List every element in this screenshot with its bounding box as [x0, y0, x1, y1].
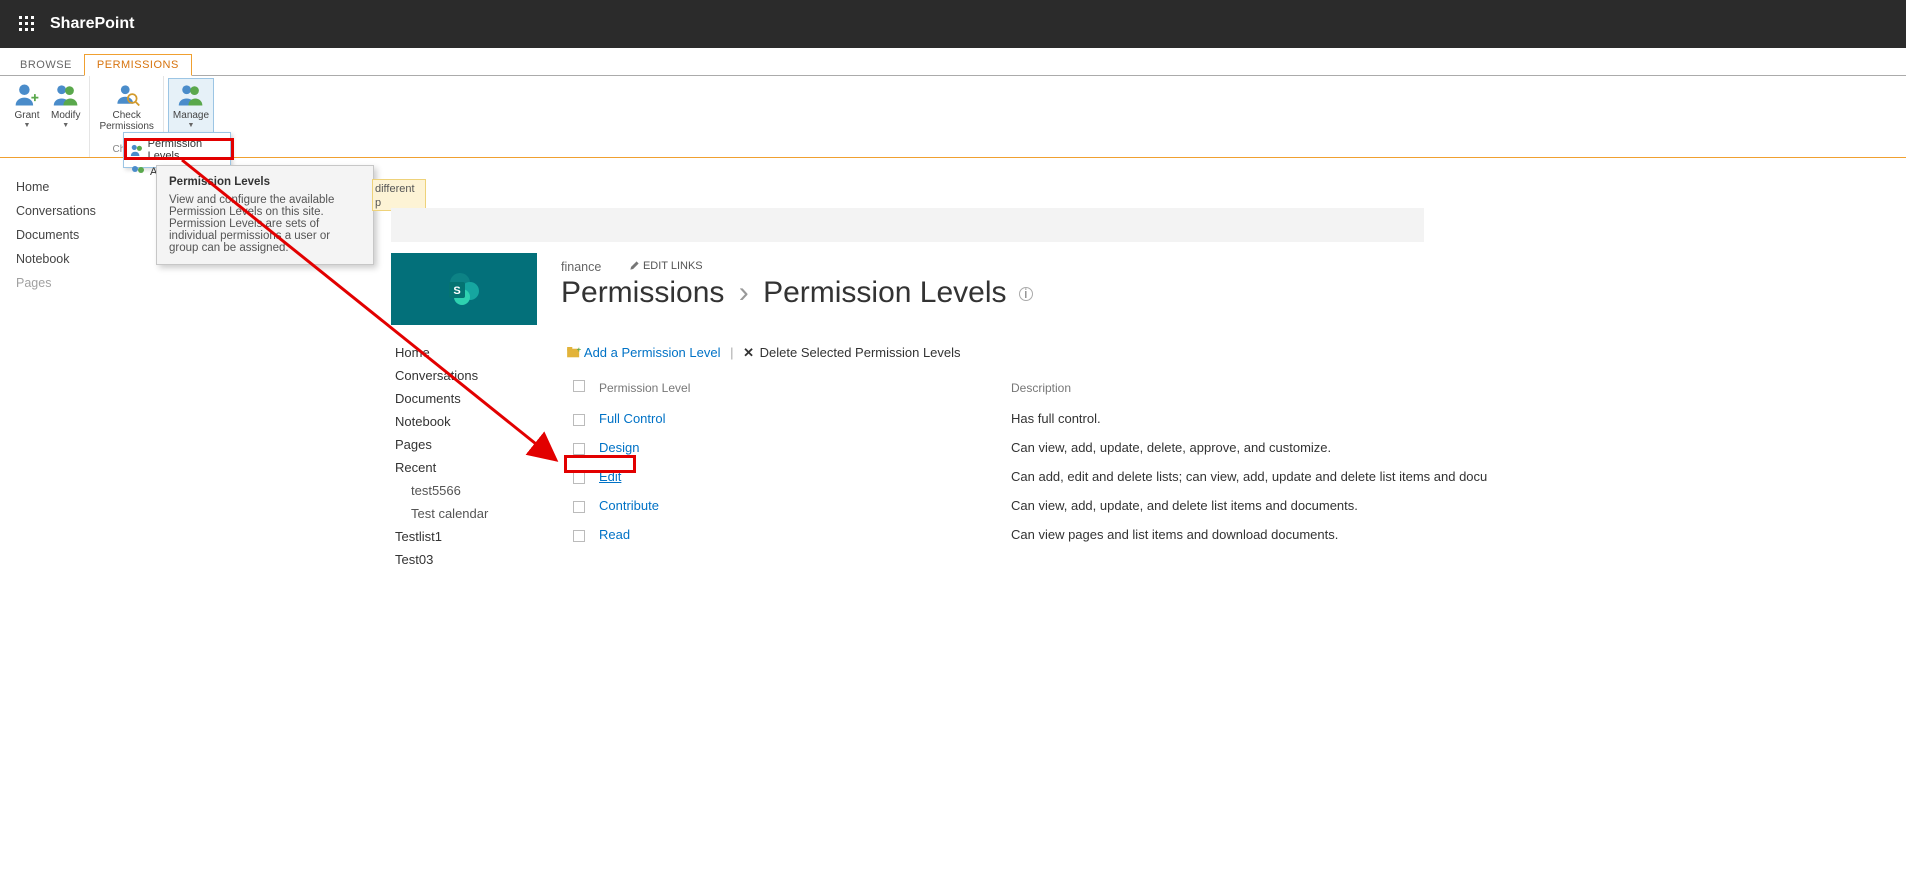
header-gray-band	[391, 208, 1424, 242]
table-header-row: Permission Level Description	[569, 373, 1894, 406]
grant-button[interactable]: Grant ▼	[8, 78, 46, 144]
breadcrumb-site[interactable]: finance	[561, 260, 601, 274]
manage-label: Manage	[173, 110, 209, 121]
ql2-item[interactable]: Test03	[391, 548, 551, 571]
tab-permissions[interactable]: PERMISSIONS	[84, 54, 192, 76]
modify-button[interactable]: Modify ▼	[46, 78, 85, 144]
check-permissions-label: Check Permissions	[99, 110, 153, 132]
quick-launch-1: Home Conversations Documents Notebook Pa…	[16, 175, 136, 295]
desc-column-header: Description	[1011, 373, 1894, 406]
ql1-item[interactable]: Home	[16, 175, 136, 199]
page-title: Permissions › Permission Levels i	[561, 276, 1033, 310]
permission-level-desc: Can view pages and list items and downlo…	[1011, 524, 1894, 551]
info-icon[interactable]: i	[1019, 287, 1033, 301]
ql2-item[interactable]: Recent	[391, 456, 551, 479]
edit-links-label: EDIT LINKS	[643, 260, 703, 272]
row-checkbox[interactable]	[573, 443, 585, 455]
row-checkbox[interactable]	[573, 530, 585, 542]
permission-level-desc: Can add, edit and delete lists; can view…	[1011, 466, 1894, 493]
modify-label: Modify	[51, 110, 80, 121]
row-checkbox[interactable]	[573, 414, 585, 426]
title-part-permissions[interactable]: Permissions	[561, 276, 724, 309]
title-part-permission-levels: Permission Levels	[763, 276, 1006, 309]
page-header: finance EDIT LINKS Permissions › Permiss…	[561, 259, 1033, 310]
permission-levels-content: + Add a Permission Level | ✕ Delete Sele…	[567, 345, 1896, 553]
ql1-item[interactable]: Conversations	[16, 199, 136, 223]
permission-levels-toolbar: + Add a Permission Level | ✕ Delete Sele…	[567, 345, 1896, 361]
quick-launch-2: Home Conversations Documents Notebook Pa…	[391, 341, 551, 571]
grant-label: Grant	[14, 110, 39, 121]
ql1-item[interactable]: Notebook	[16, 247, 136, 271]
permission-levels-table: Permission Level Description Full Contro…	[567, 371, 1896, 553]
permission-level-desc: Can view, add, update, and delete list i…	[1011, 495, 1894, 522]
sharepoint-logo-icon: S	[444, 269, 484, 309]
permission-level-desc: Can view, add, update, delete, approve, …	[1011, 437, 1894, 464]
people-icon	[130, 142, 144, 158]
permission-level-link[interactable]: Contribute	[599, 498, 659, 513]
tooltip-title: Permission Levels	[169, 176, 361, 188]
site-logo[interactable]: S	[391, 253, 537, 325]
level-column-header: Permission Level	[599, 373, 1009, 406]
permission-level-link[interactable]: Read	[599, 527, 630, 542]
info-bar-text: different p	[375, 183, 415, 209]
add-permission-level-link[interactable]: Add a Permission Level	[584, 345, 721, 360]
toolbar-separator: |	[730, 345, 733, 360]
permission-level-link[interactable]: Design	[599, 440, 639, 455]
chevron-down-icon: ▼	[62, 122, 69, 129]
ribbon-tabs: BROWSE PERMISSIONS	[0, 48, 1906, 76]
menu-item-permission-levels-label: Permission Levels	[148, 138, 224, 162]
ql1-item[interactable]: Pages	[16, 271, 136, 295]
info-bar-fragment: different p in site Us	[372, 179, 426, 211]
table-row: Read Can view pages and list items and d…	[569, 524, 1894, 551]
ql2-item[interactable]: Pages	[391, 433, 551, 456]
permission-level-link-edit[interactable]: Edit	[599, 469, 621, 484]
checkbox-column-header	[569, 373, 597, 406]
suite-bar: SharePoint	[0, 0, 1906, 48]
row-checkbox[interactable]	[573, 472, 585, 484]
ql2-subitem[interactable]: Test calendar	[391, 502, 551, 525]
ribbon-group-grant-modify: Grant ▼ Modify ▼	[4, 76, 90, 157]
delete-icon: ✕	[743, 345, 754, 360]
brand-label[interactable]: SharePoint	[50, 15, 134, 33]
chevron-down-icon: ▼	[24, 122, 31, 129]
ribbon-body: Grant ▼ Modify ▼ Check Permissions Check…	[0, 76, 1906, 158]
manage-dropdown: Permission Levels A	[123, 132, 231, 168]
tooltip-body: View and configure the available Permiss…	[169, 194, 361, 254]
chevron-down-icon: ▼	[188, 122, 195, 129]
delete-permission-levels-link[interactable]: Delete Selected Permission Levels	[760, 345, 961, 360]
tab-browse[interactable]: BROWSE	[8, 55, 84, 75]
breadcrumb-separator-icon: ›	[739, 276, 749, 309]
svg-text:+: +	[577, 347, 581, 354]
pencil-icon	[629, 260, 640, 271]
ql2-item[interactable]: Notebook	[391, 410, 551, 433]
ql2-item[interactable]: Documents	[391, 387, 551, 410]
edit-links-button[interactable]: EDIT LINKS	[629, 260, 703, 272]
app-launcher-icon[interactable]	[6, 3, 48, 45]
svg-text:S: S	[453, 285, 460, 297]
permission-level-link[interactable]: Full Control	[599, 411, 665, 426]
table-row: Edit Can add, edit and delete lists; can…	[569, 466, 1894, 493]
table-row: Contribute Can view, add, update, and de…	[569, 495, 1894, 522]
add-folder-icon: +	[567, 347, 581, 359]
table-row: Design Can view, add, update, delete, ap…	[569, 437, 1894, 464]
ql2-item[interactable]: Testlist1	[391, 525, 551, 548]
tooltip-permission-levels: Permission Levels View and configure the…	[156, 165, 374, 265]
ql1-item[interactable]: Documents	[16, 223, 136, 247]
permission-level-desc: Has full control.	[1011, 408, 1894, 435]
ribbon-group-label-empty	[8, 144, 85, 157]
select-all-checkbox[interactable]	[573, 380, 585, 392]
ql2-item[interactable]: Conversations	[391, 364, 551, 387]
ql2-item[interactable]: Home	[391, 341, 551, 364]
row-checkbox[interactable]	[573, 501, 585, 513]
table-row: Full Control Has full control.	[569, 408, 1894, 435]
ql2-subitem[interactable]: test5566	[391, 479, 551, 502]
